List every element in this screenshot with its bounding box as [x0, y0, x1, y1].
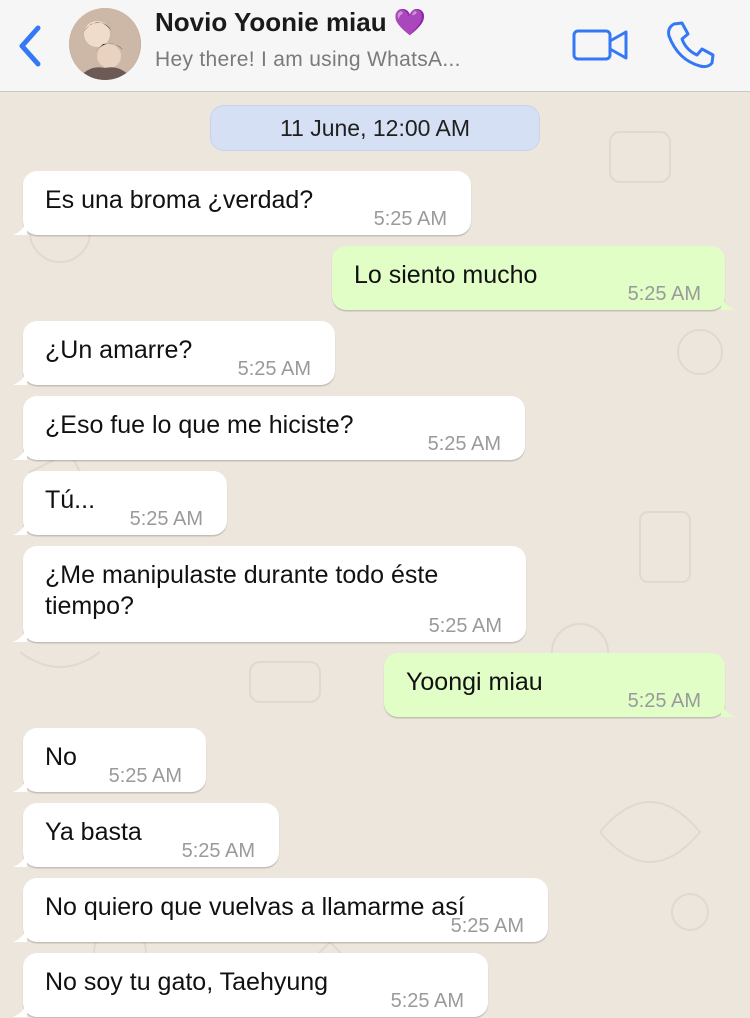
message-bubble-outgoing[interactable]: Lo siento mucho 5:25 AM — [332, 246, 735, 310]
video-camera-icon — [572, 29, 628, 61]
back-button[interactable] — [12, 22, 48, 70]
message-bubble-incoming[interactable]: No soy tu gato, Taehyung 5:25 AM — [13, 953, 488, 1017]
message-bubble-outgoing[interactable]: Yoongi miau 5:25 AM — [384, 653, 735, 717]
phone-icon — [667, 21, 715, 69]
contact-name[interactable]: Novio Yoonie miau 💜 — [155, 7, 426, 38]
chat-header: Novio Yoonie miau 💜 Hey there! I am usin… — [0, 0, 750, 92]
message-bubble-incoming[interactable]: ¿Me manipulaste durante todo éste tiempo… — [13, 546, 526, 642]
date-separator: 11 June, 12:00 AM — [210, 105, 540, 151]
message-bubble-incoming[interactable]: ¿Un amarre? 5:25 AM — [13, 321, 335, 385]
message-time: 5:25 AM — [108, 765, 182, 787]
voice-call-button[interactable] — [664, 20, 716, 70]
message-time: 5:25 AM — [373, 208, 447, 230]
message-time: 5:25 AM — [450, 915, 524, 937]
message-time: 5:25 AM — [427, 433, 501, 455]
contact-status[interactable]: Hey there! I am using WhatsA... — [155, 48, 461, 72]
video-call-button[interactable] — [572, 25, 628, 65]
message-time: 5:25 AM — [627, 690, 701, 712]
message-bubble-incoming[interactable]: Es una broma ¿verdad? 5:25 AM — [13, 171, 471, 235]
message-time: 5:25 AM — [129, 508, 203, 530]
message-time: 5:25 AM — [237, 358, 311, 380]
message-bubble-incoming[interactable]: Tú... 5:25 AM — [13, 471, 227, 535]
message-time: 5:25 AM — [428, 615, 502, 637]
message-text: ¿Me manipulaste durante todo éste tiempo… — [45, 561, 439, 620]
chat-area[interactable]: 11 June, 12:00 AM Es una broma ¿verdad? … — [0, 92, 750, 1018]
chevron-left-icon — [19, 25, 41, 67]
avatar[interactable] — [69, 8, 141, 80]
message-bubble-incoming[interactable]: Ya basta 5:25 AM — [13, 803, 279, 867]
message-time: 5:25 AM — [181, 840, 255, 862]
message-bubble-incoming[interactable]: ¿Eso fue lo que me hiciste? 5:25 AM — [13, 396, 525, 460]
message-bubble-incoming[interactable]: No quiero que vuelvas a llamarme así 5:2… — [13, 878, 548, 942]
message-time: 5:25 AM — [390, 990, 464, 1012]
message-time: 5:25 AM — [627, 283, 701, 305]
message-bubble-incoming[interactable]: No 5:25 AM — [13, 728, 206, 792]
